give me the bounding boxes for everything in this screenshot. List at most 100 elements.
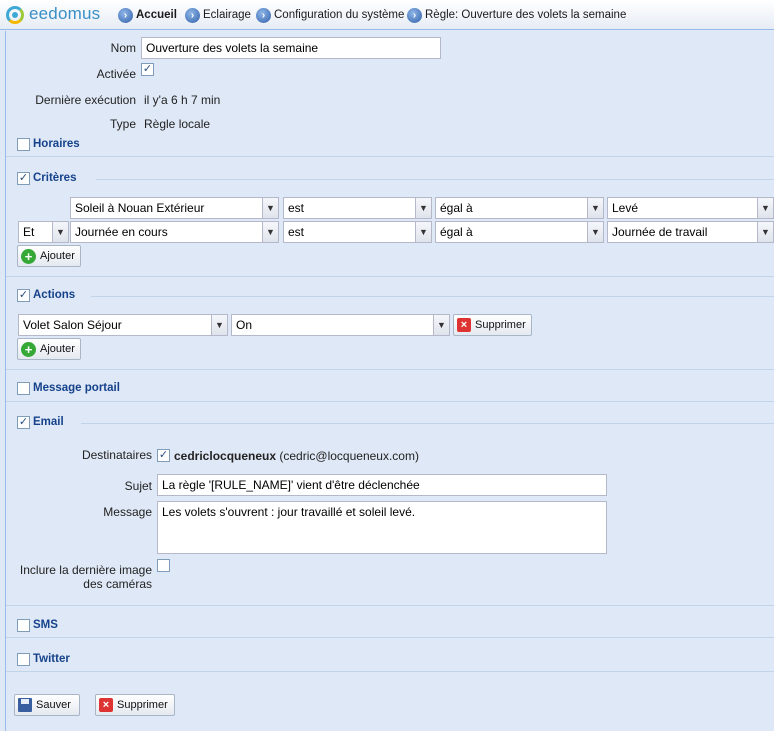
select-value: Soleil à Nouan Extérieur [75,201,205,215]
section-divider [6,671,774,672]
chevron-down-icon: ▼ [757,222,773,242]
recipient-email: (cedric@locqueneux.com) [279,449,419,463]
plus-icon: + [21,248,36,264]
select-value: Volet Salon Séjour [23,318,122,332]
twitter-title: Twitter [33,653,70,665]
subject-label: Sujet [124,479,152,493]
delete-rule-button[interactable]: × Supprimer [95,694,175,716]
select-value: Levé [612,201,639,215]
section-divider [6,276,774,277]
select-value: est [288,201,305,215]
include-camera-label: Inclure la dernière image des caméras [6,563,152,591]
breadcrumb-rule[interactable]: › Règle: Ouverture des volets la semaine [407,7,626,23]
chevron-down-icon: ▼ [415,198,431,218]
last-execution-value: il y'a 6 h 7 min [144,93,221,107]
criterion-device-select[interactable]: Soleil à Nouan Extérieur ▼ [70,197,279,219]
breadcrumb-home[interactable]: › Accueil [118,7,177,23]
subject-input[interactable] [157,474,607,496]
criterion-value-select[interactable]: Levé ▼ [607,197,774,219]
sms-checkbox[interactable] [17,619,30,632]
chevron-down-icon: ▼ [52,222,68,242]
criterion-device-select[interactable]: Journée en cours ▼ [70,221,279,243]
logo-text: eedomus [29,4,101,23]
floppy-disk-icon [18,698,32,712]
include-camera-label-line1: Inclure la dernière image [19,563,152,577]
message-label: Message [103,505,152,519]
message-textarea[interactable]: Les volets s'ouvrent : jour travaillé et… [157,501,607,554]
include-camera-label-line2: des caméras [83,577,152,591]
criterion-connector-select[interactable]: Et ▼ [18,221,69,243]
twitter-checkbox[interactable] [17,653,30,666]
email-checkbox[interactable]: ✓ [17,416,30,429]
message-portail-title: Message portail [33,382,120,394]
button-label: Ajouter [40,250,75,262]
chevron-down-icon: ▼ [587,198,603,218]
breadcrumb-configuration[interactable]: › Configuration du système [256,7,404,23]
arrow-right-icon: › [256,7,271,23]
recipient-name: cedriclocqueneux [174,449,277,463]
name-label: Nom [110,41,136,55]
email-title: Email [33,416,64,428]
select-value: Journée en cours [75,225,168,239]
chevron-down-icon: ▼ [433,315,449,335]
criterion-value-select[interactable]: Journée de travail ▼ [607,221,774,243]
select-value: égal à [440,225,473,239]
last-execution-label: Dernière exécution [35,93,136,107]
arrow-right-icon: › [407,7,422,23]
close-icon: × [457,318,471,332]
criteres-checkbox[interactable]: ✓ [17,172,30,185]
chevron-down-icon: ▼ [262,198,278,218]
criterion-operator-select[interactable]: égal à ▼ [435,221,604,243]
section-divider [91,296,774,297]
eedomus-logo[interactable]: eedomus [6,4,116,25]
section-divider [6,637,774,638]
criterion-verb-select[interactable]: est ▼ [283,197,432,219]
chevron-down-icon: ▼ [587,222,603,242]
criterion-operator-select[interactable]: égal à ▼ [435,197,604,219]
action-delete-button[interactable]: × Supprimer [453,314,532,336]
select-value: Et [23,225,35,239]
top-bar: eedomus › Accueil › Eclairage › Configur… [0,0,774,30]
arrow-right-icon: › [118,7,133,23]
message-portail-checkbox[interactable] [17,382,30,395]
action-device-select[interactable]: Volet Salon Séjour ▼ [18,314,228,336]
save-button[interactable]: Sauver [14,694,80,716]
select-value: On [236,318,253,332]
logo-icon [6,6,24,24]
criteres-title: Critères [33,172,77,184]
action-value-select[interactable]: On ▼ [231,314,450,336]
actions-checkbox[interactable]: ✓ [17,289,30,302]
recipient: cedriclocqueneux (cedric@locqueneux.com) [174,449,419,463]
button-label: Supprimer [117,699,168,711]
breadcrumb-label: Accueil [136,9,177,21]
button-label: Ajouter [40,343,75,355]
breadcrumb-label: Eclairage [203,9,251,21]
breadcrumb-label: Configuration du système [274,9,405,21]
section-divider [6,401,774,402]
recipient-checkbox[interactable]: ✓ [157,449,170,462]
breadcrumb-label: Règle: Ouverture des volets la semaine [425,9,627,21]
close-icon: × [99,698,113,712]
plus-icon: + [21,341,36,357]
horaires-checkbox[interactable] [17,138,30,151]
active-checkbox[interactable]: ✓ [141,63,154,76]
criteria-add-button[interactable]: + Ajouter [17,245,81,267]
include-camera-checkbox[interactable] [157,559,170,572]
rule-form: Nom Activée ✓ Dernière exécution il y'a … [5,31,774,731]
button-label: Sauver [36,699,71,711]
name-input[interactable] [141,37,441,59]
section-divider [6,605,774,606]
recipients-label: Destinataires [81,448,152,462]
button-label: Supprimer [475,319,526,331]
sms-title: SMS [33,619,58,631]
section-divider [81,423,774,424]
type-label: Type [109,117,136,131]
section-divider [96,179,774,180]
criterion-verb-select[interactable]: est ▼ [283,221,432,243]
actions-title: Actions [33,289,76,301]
chevron-down-icon: ▼ [262,222,278,242]
actions-add-button[interactable]: + Ajouter [17,338,81,360]
type-value: Règle locale [144,117,211,131]
active-label: Activée [96,67,136,81]
breadcrumb-eclairage[interactable]: › Eclairage [185,7,251,23]
